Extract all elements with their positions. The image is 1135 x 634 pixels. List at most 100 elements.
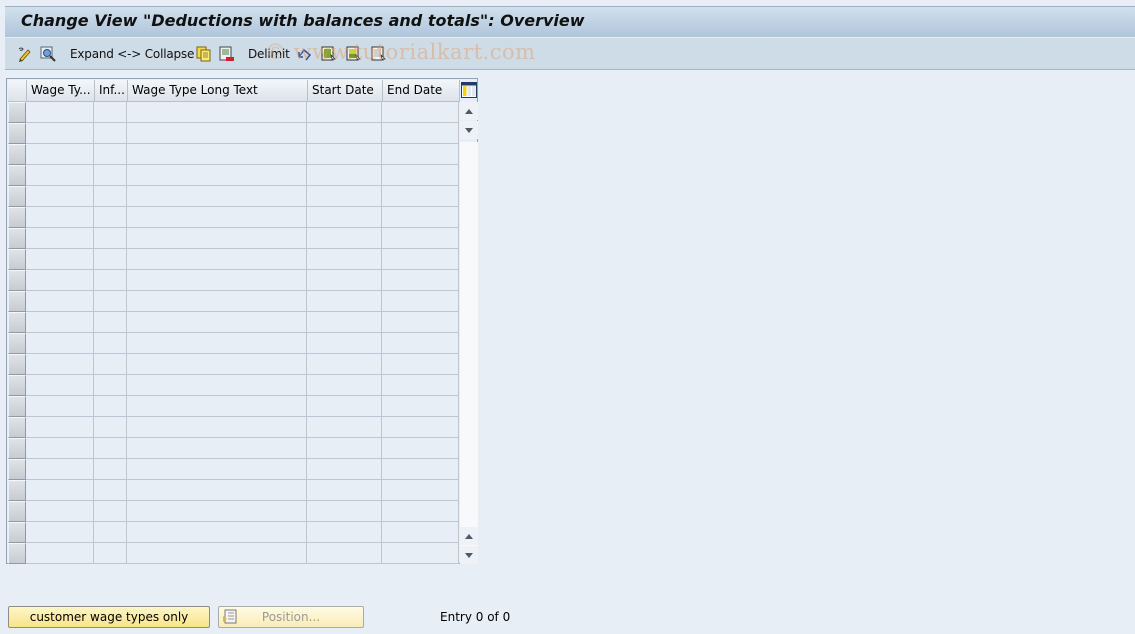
deselect-all-button[interactable] [371, 45, 387, 63]
cell-start-date[interactable] [307, 501, 382, 522]
cell-wage-type[interactable] [26, 312, 94, 333]
display-change-button[interactable] [17, 45, 33, 63]
cell-end-date[interactable] [382, 291, 459, 312]
row-selector[interactable] [8, 522, 26, 543]
cell-wage-type[interactable] [26, 249, 94, 270]
cell-end-date[interactable] [382, 522, 459, 543]
cell-infotype[interactable] [94, 123, 127, 144]
table-settings-button[interactable] [460, 81, 478, 99]
cell-infotype[interactable] [94, 102, 127, 123]
row-selector[interactable] [8, 480, 26, 501]
row-selector[interactable] [8, 102, 26, 123]
cell-wage-type[interactable] [26, 270, 94, 291]
scroll-track[interactable] [460, 142, 478, 546]
cell-long-text[interactable] [127, 165, 307, 186]
row-selector[interactable] [8, 396, 26, 417]
cell-wage-type[interactable] [26, 102, 94, 123]
cell-infotype[interactable] [94, 333, 127, 354]
cell-start-date[interactable] [307, 102, 382, 123]
cell-start-date[interactable] [307, 375, 382, 396]
cell-wage-type[interactable] [26, 165, 94, 186]
scroll-up-page-button[interactable] [460, 527, 478, 545]
cell-end-date[interactable] [382, 228, 459, 249]
row-selector[interactable] [8, 312, 26, 333]
column-header-wage-type[interactable]: Wage Ty... [27, 80, 95, 102]
cell-infotype[interactable] [94, 543, 127, 564]
cell-start-date[interactable] [307, 123, 382, 144]
cell-long-text[interactable] [127, 501, 307, 522]
cell-end-date[interactable] [382, 144, 459, 165]
row-selector[interactable] [8, 249, 26, 270]
cell-wage-type[interactable] [26, 459, 94, 480]
find-button[interactable] [40, 45, 56, 63]
cell-start-date[interactable] [307, 354, 382, 375]
cell-infotype[interactable] [94, 501, 127, 522]
cell-long-text[interactable] [127, 207, 307, 228]
cell-infotype[interactable] [94, 165, 127, 186]
cell-long-text[interactable] [127, 354, 307, 375]
cell-infotype[interactable] [94, 291, 127, 312]
row-selector[interactable] [8, 144, 26, 165]
cell-long-text[interactable] [127, 459, 307, 480]
row-selector[interactable] [8, 186, 26, 207]
cell-long-text[interactable] [127, 102, 307, 123]
row-selector[interactable] [8, 501, 26, 522]
row-selector[interactable] [8, 228, 26, 249]
cell-wage-type[interactable] [26, 438, 94, 459]
cell-end-date[interactable] [382, 165, 459, 186]
cell-end-date[interactable] [382, 543, 459, 564]
cell-wage-type[interactable] [26, 480, 94, 501]
cell-end-date[interactable] [382, 375, 459, 396]
select-all-button[interactable] [321, 45, 337, 63]
cell-end-date[interactable] [382, 123, 459, 144]
cell-long-text[interactable] [127, 543, 307, 564]
row-selector[interactable] [8, 354, 26, 375]
position-button[interactable]: Position... [218, 606, 364, 628]
row-selector[interactable] [8, 543, 26, 564]
row-selector[interactable] [8, 207, 26, 228]
row-selector[interactable] [8, 165, 26, 186]
column-header-end-date[interactable]: End Date [383, 80, 460, 102]
row-selector[interactable] [8, 375, 26, 396]
cell-end-date[interactable] [382, 102, 459, 123]
cell-long-text[interactable] [127, 123, 307, 144]
customer-wage-types-button[interactable]: customer wage types only [8, 606, 210, 628]
delete-button[interactable] [219, 45, 235, 63]
select-block-button[interactable] [346, 45, 362, 63]
cell-infotype[interactable] [94, 312, 127, 333]
cell-long-text[interactable] [127, 291, 307, 312]
cell-long-text[interactable] [127, 375, 307, 396]
cell-long-text[interactable] [127, 249, 307, 270]
cell-infotype[interactable] [94, 186, 127, 207]
column-header-long-text[interactable]: Wage Type Long Text [128, 80, 308, 102]
cell-start-date[interactable] [307, 312, 382, 333]
row-selector[interactable] [8, 333, 26, 354]
cell-infotype[interactable] [94, 144, 127, 165]
cell-start-date[interactable] [307, 459, 382, 480]
expand-collapse-button[interactable]: Expand <-> Collapse [70, 45, 194, 63]
cell-start-date[interactable] [307, 396, 382, 417]
cell-long-text[interactable] [127, 144, 307, 165]
cell-end-date[interactable] [382, 480, 459, 501]
column-header-start-date[interactable]: Start Date [308, 80, 383, 102]
cell-infotype[interactable] [94, 417, 127, 438]
row-selector[interactable] [8, 270, 26, 291]
cell-long-text[interactable] [127, 396, 307, 417]
cell-long-text[interactable] [127, 480, 307, 501]
cell-long-text[interactable] [127, 417, 307, 438]
scroll-up-button[interactable] [460, 102, 478, 120]
row-selector[interactable] [8, 291, 26, 312]
cell-long-text[interactable] [127, 186, 307, 207]
column-header-infotype[interactable]: Inf... [95, 80, 128, 102]
row-selector[interactable] [8, 459, 26, 480]
cell-wage-type[interactable] [26, 417, 94, 438]
cell-end-date[interactable] [382, 396, 459, 417]
cell-wage-type[interactable] [26, 522, 94, 543]
cell-start-date[interactable] [307, 333, 382, 354]
copy-as-button[interactable] [196, 45, 212, 63]
select-all-rows-button[interactable] [8, 80, 27, 102]
cell-wage-type[interactable] [26, 396, 94, 417]
cell-start-date[interactable] [307, 291, 382, 312]
cell-start-date[interactable] [307, 543, 382, 564]
cell-start-date[interactable] [307, 165, 382, 186]
